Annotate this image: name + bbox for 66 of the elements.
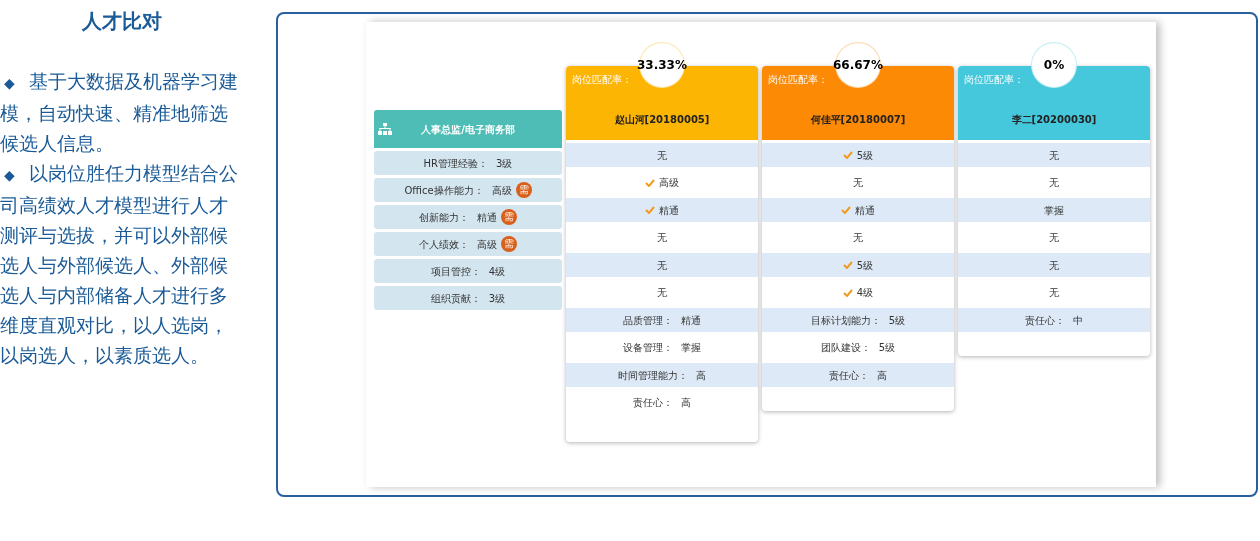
skill-label: 品质管理：	[623, 313, 673, 328]
skill-label: 设备管理：	[623, 341, 673, 355]
bullet-paragraph: ◆ 基于大数据及机器学习建模，自动快速、精准地筛选候选人信息。	[0, 69, 239, 156]
candidate-name: 何佳平[20180007]	[809, 113, 907, 127]
candidate-value: 无	[1049, 258, 1059, 273]
candidate-value: 无	[657, 231, 667, 245]
skill-value: 掌握	[681, 341, 701, 355]
required-badge: 需	[501, 236, 517, 252]
skill-value: 高	[681, 396, 691, 410]
candidate-value: 精通	[855, 203, 875, 218]
skill-value: 5级	[888, 313, 906, 328]
candidate-value: 高级	[659, 176, 679, 190]
match-rate-label: 岗位匹配率：	[768, 73, 829, 87]
criterion-label: 组织贡献：	[430, 291, 481, 306]
check-icon	[645, 178, 655, 187]
candidate-value: 无	[657, 258, 667, 273]
candidate-value: 无	[1049, 148, 1059, 163]
criterion-value: 3级	[496, 156, 513, 171]
candidate-value: 掌握	[1044, 203, 1064, 218]
criterion-label: 创新能力：	[419, 210, 469, 225]
criterion-value: 高级	[477, 237, 497, 252]
candidate-value: 4级	[856, 286, 874, 300]
position-title: 人事总监/电子商务部	[420, 122, 516, 137]
required-badge: 需	[515, 182, 532, 198]
skill-value: 精通	[681, 313, 701, 328]
criterion-label: HR管理经验：	[423, 156, 489, 171]
check-icon	[842, 151, 853, 159]
candidate-name: 李二[20200030]	[1010, 113, 1098, 127]
skill-label: 时间管理能力：	[618, 368, 688, 383]
skill-label: 团队建设：	[820, 341, 871, 355]
candidate-value: 精通	[659, 203, 679, 218]
criterion-label: 项目管控：	[430, 264, 481, 279]
criterion-label: 个人绩效：	[419, 237, 469, 252]
match-rate-label: 岗位匹配率：	[572, 73, 633, 87]
candidate-value: 无	[1049, 231, 1059, 245]
candidate-value: 无	[657, 286, 667, 300]
check-icon	[842, 288, 853, 297]
check-icon	[645, 206, 655, 214]
candidate-value: 无	[853, 231, 863, 245]
candidate-value: 无	[1049, 176, 1059, 190]
candidate-value: 5级	[856, 258, 874, 273]
candidate-name: 赵山河[20180005]	[613, 113, 711, 127]
criterion-value: 高级	[491, 183, 512, 198]
criterion-label: Office操作能力：	[404, 183, 484, 198]
check-icon	[842, 261, 853, 269]
org-chart-icon	[378, 123, 392, 135]
candidate-value: 无	[1049, 286, 1059, 300]
candidate-value: 无	[853, 176, 863, 190]
bullet-paragraph: ◆ 以岗位胜任力模型结合公司高绩效人才模型进行人才测评与选拔，并可以外部候选人与外部候选人、外部候选人与内部储备人才进行多维度直观对比，以人选岗，以岗选人，以素质选人。	[0, 161, 239, 368]
skill-value: 5级	[878, 341, 896, 355]
skill-label: 责任心：	[829, 368, 869, 383]
skill-value: 中	[1073, 313, 1083, 328]
skill-label: 目标计划能力：	[810, 313, 881, 328]
skill-label: 责任心：	[1025, 313, 1065, 328]
required-badge: 需	[501, 209, 517, 225]
criterion-value: 精通	[477, 210, 497, 225]
page-title: 人才比对	[81, 8, 163, 35]
match-rate-label: 岗位匹配率：	[964, 73, 1025, 87]
skill-value: 高	[696, 368, 706, 383]
candidate-value: 无	[657, 148, 667, 163]
skill-value: 高	[877, 368, 887, 383]
criterion-value: 4级	[488, 264, 506, 279]
criterion-value: 3级	[488, 291, 506, 306]
skill-label: 责任心：	[633, 396, 673, 410]
check-icon	[841, 206, 851, 214]
candidate-value: 5级	[856, 148, 874, 163]
